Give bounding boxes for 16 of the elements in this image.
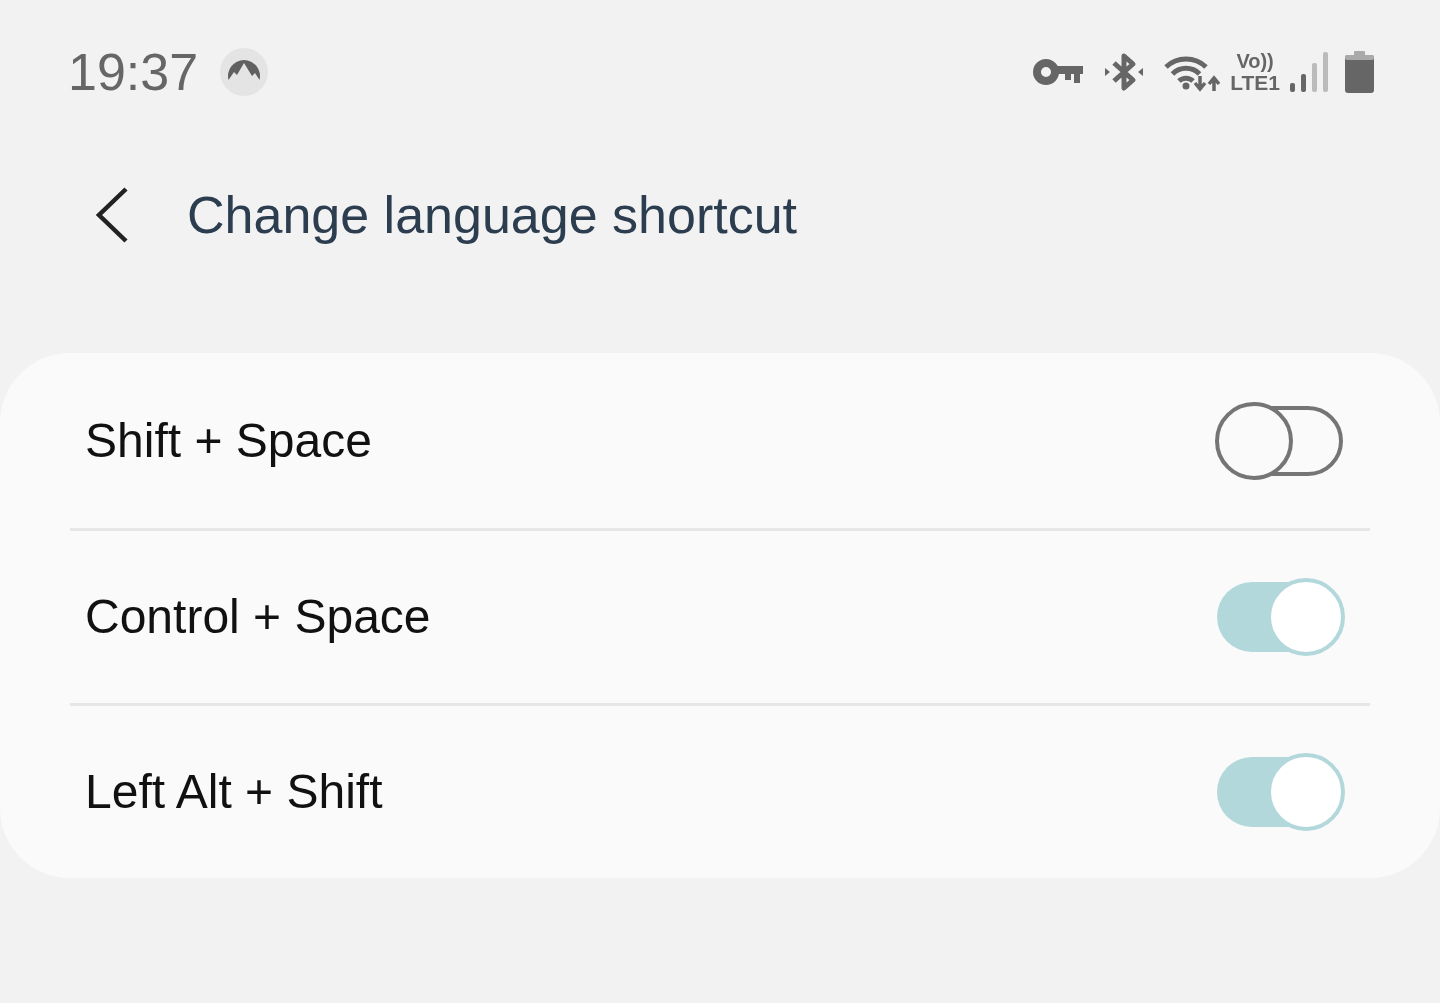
shortcut-label: Left Alt + Shift [85, 764, 383, 821]
status-time: 19:37 [68, 46, 199, 98]
toggle-switch[interactable] [1215, 401, 1345, 480]
shortcut-label: Shift + Space [85, 412, 372, 469]
shortcut-label: Control + Space [85, 589, 431, 646]
network-type-label: LTE1 [1230, 72, 1280, 93]
volte-label: Vo)) [1236, 51, 1274, 71]
bluetooth-icon [1104, 51, 1145, 93]
back-icon [93, 186, 129, 244]
page-title: Change language shortcut [187, 184, 797, 246]
signal-bars-icon [1290, 52, 1328, 92]
toggle-switch[interactable] [1215, 753, 1345, 831]
battery-icon [1345, 51, 1374, 93]
toggle-switch[interactable] [1215, 578, 1345, 656]
key-icon [1033, 58, 1084, 86]
mountain-app-icon [220, 48, 269, 96]
